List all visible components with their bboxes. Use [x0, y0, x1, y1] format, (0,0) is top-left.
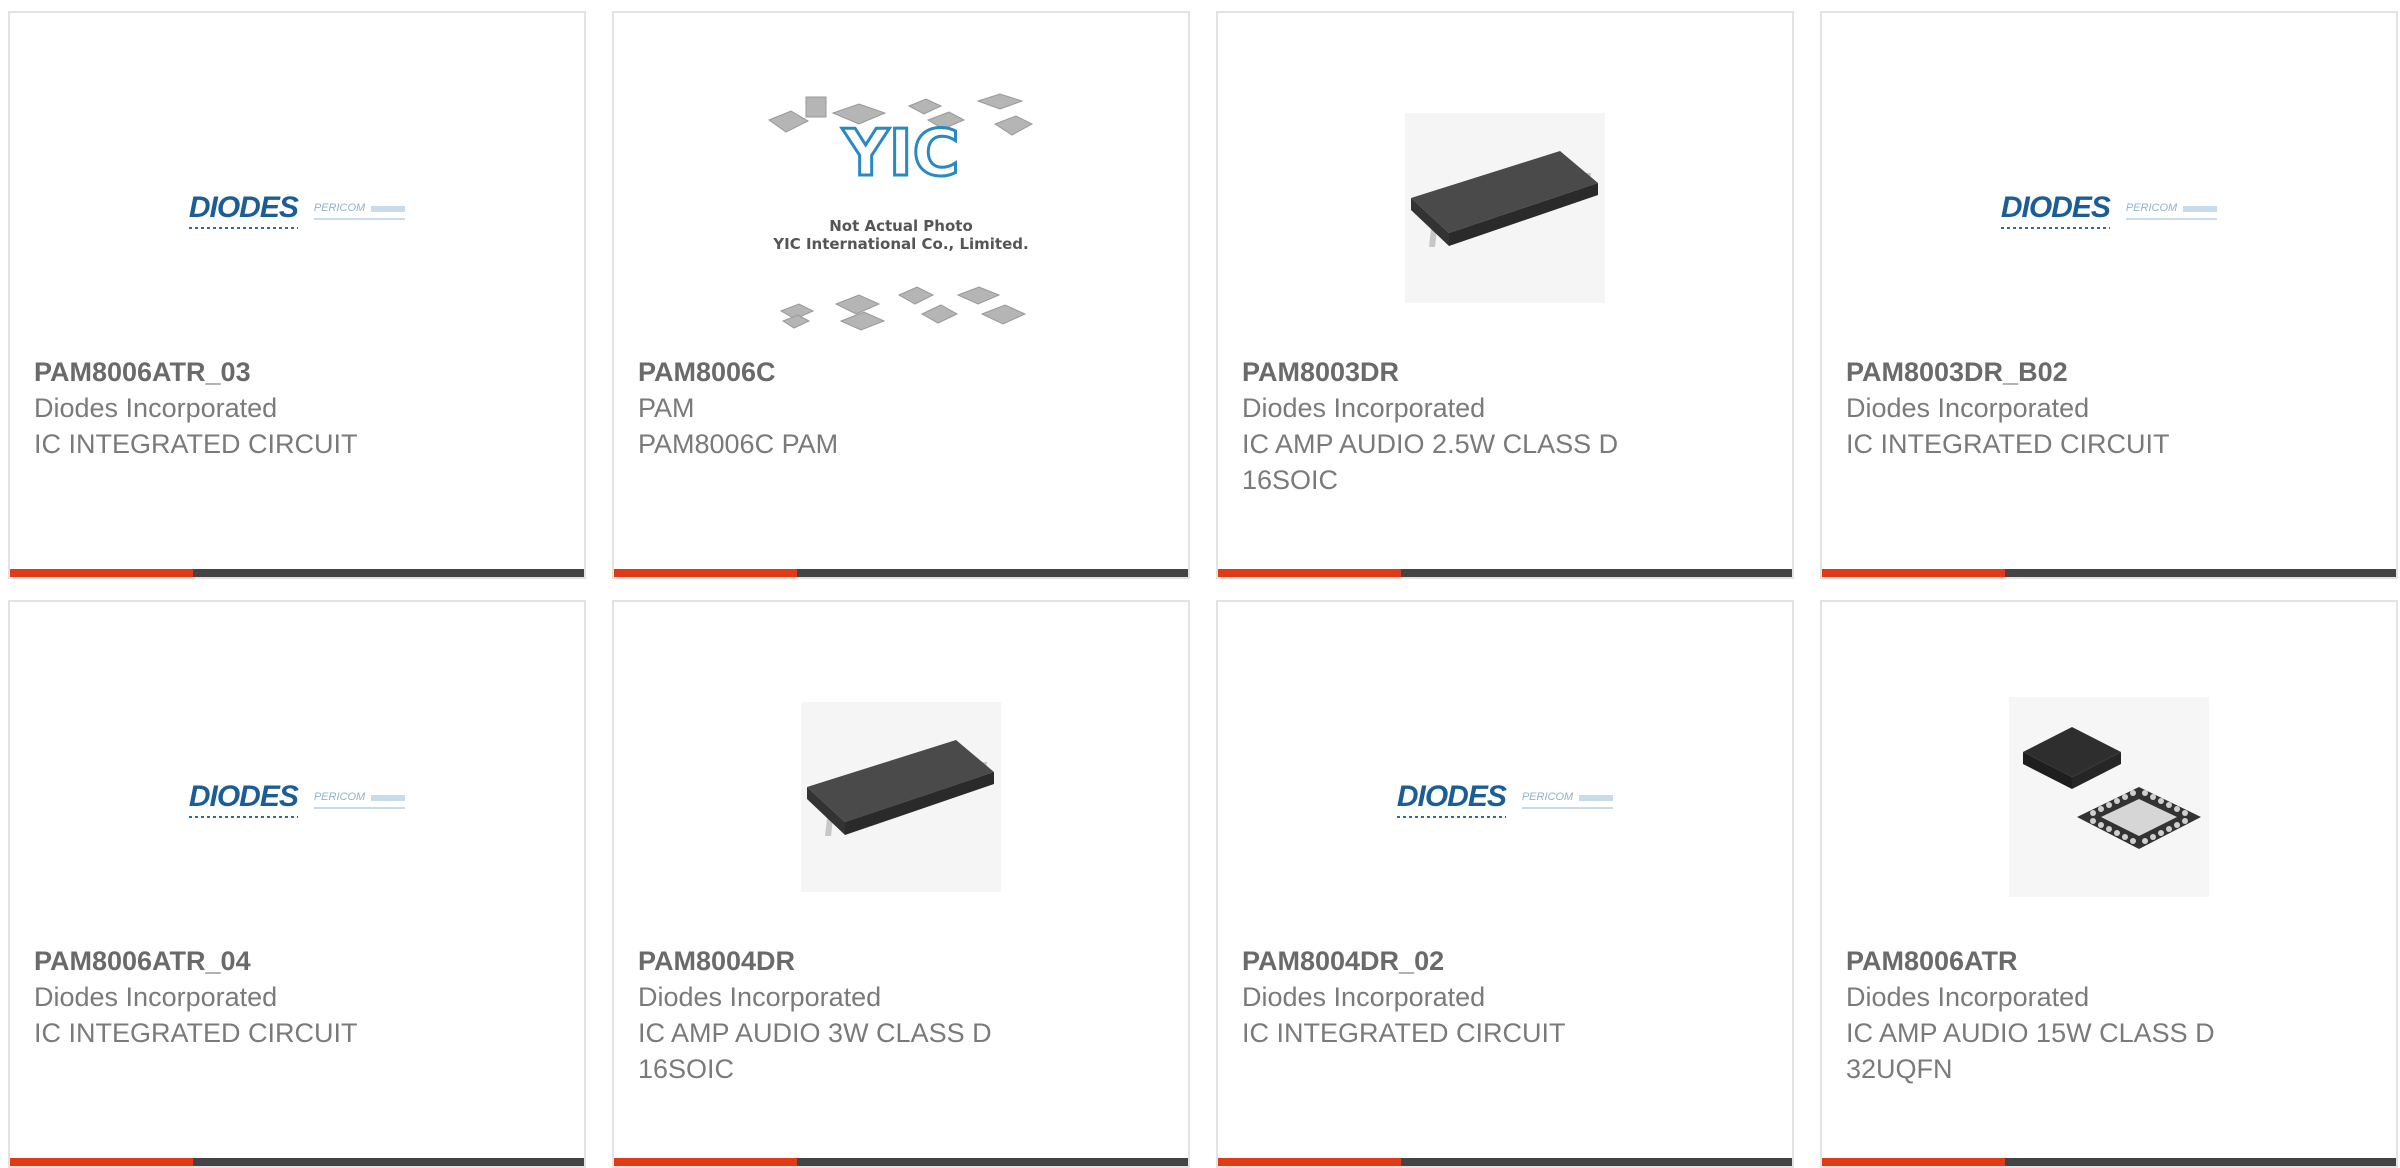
yic-brand-text: YIC: [841, 117, 959, 191]
bar-dark: [193, 569, 584, 577]
product-info: PAM8003DR Diodes Incorporated IC AMP AUD…: [1242, 354, 1768, 498]
product-info: PAM8003DR_B02 Diodes Incorporated IC INT…: [1846, 354, 2372, 462]
product-info: PAM8006C PAM PAM8006C PAM: [638, 354, 1164, 462]
logo-main-text: DIODES: [188, 780, 299, 818]
product-image[interactable]: DIODES PERICOM: [1822, 83, 2396, 333]
bar-accent: [1822, 569, 2005, 577]
part-number-link[interactable]: PAM8006ATR: [1846, 943, 2372, 979]
product-card[interactable]: DIODES PERICOM PAM8006ATR_04 Diodes Inco…: [8, 600, 586, 1168]
bar-dark: [193, 1158, 584, 1166]
card-bottom-bar: [10, 569, 584, 577]
bar-accent: [614, 569, 797, 577]
diodes-pericom-logo: DIODES PERICOM: [2000, 191, 2218, 229]
uqfn-32-chip-image: [2009, 697, 2209, 897]
part-number-link[interactable]: PAM8004DR: [638, 943, 1164, 979]
manufacturer-name: Diodes Incorporated: [1242, 982, 1486, 1012]
part-number-link[interactable]: PAM8003DR_B02: [1846, 354, 2372, 390]
logo-main-text: DIODES: [2000, 191, 2111, 229]
diodes-pericom-logo: DIODES PERICOM: [188, 191, 406, 229]
logo-sub-text: PERICOM: [313, 202, 406, 220]
card-bottom-bar: [10, 1158, 584, 1166]
part-number-link[interactable]: PAM8006ATR_04: [34, 943, 560, 979]
bar-accent: [1822, 1158, 2005, 1166]
yic-not-actual-photo-image: YIC Not Actual Photo YIC International C…: [767, 93, 1034, 331]
product-description: IC AMP AUDIO 3W CLASS D 16SOIC: [638, 1018, 992, 1084]
product-description: PAM8006C PAM: [638, 429, 839, 459]
product-image[interactable]: [1822, 672, 2396, 922]
product-image[interactable]: YIC Not Actual Photo YIC International C…: [614, 83, 1188, 333]
bar-dark: [2005, 569, 2396, 577]
product-card[interactable]: PAM8003DR Diodes Incorporated IC AMP AUD…: [1216, 11, 1794, 579]
product-image[interactable]: [1218, 83, 1792, 333]
bar-accent: [614, 1158, 797, 1166]
logo-main-text: DIODES: [1396, 780, 1507, 818]
product-card[interactable]: PAM8004DR Diodes Incorporated IC AMP AUD…: [612, 600, 1190, 1168]
bar-accent: [10, 569, 193, 577]
card-bottom-bar: [1218, 569, 1792, 577]
logo-sub-text: PERICOM: [313, 791, 406, 809]
product-card[interactable]: DIODES PERICOM PAM8006ATR_03 Diodes Inco…: [8, 11, 586, 579]
diodes-pericom-logo: DIODES PERICOM: [1396, 780, 1614, 818]
product-info: PAM8004DR Diodes Incorporated IC AMP AUD…: [638, 943, 1164, 1087]
product-card[interactable]: DIODES PERICOM PAM8004DR_02 Diodes Incor…: [1216, 600, 1794, 1168]
bar-accent: [1218, 1158, 1401, 1166]
manufacturer-name: Diodes Incorporated: [34, 393, 278, 423]
part-number-link[interactable]: PAM8004DR_02: [1242, 943, 1768, 979]
manufacturer-name: PAM: [638, 393, 695, 423]
diodes-pericom-logo: DIODES PERICOM: [188, 780, 406, 818]
card-bottom-bar: [1822, 1158, 2396, 1166]
manufacturer-name: Diodes Incorporated: [1242, 393, 1486, 423]
product-description: IC INTEGRATED CIRCUIT: [34, 429, 358, 459]
product-description: IC INTEGRATED CIRCUIT: [1846, 429, 2170, 459]
card-bottom-bar: [614, 569, 1188, 577]
bar-dark: [1401, 569, 1792, 577]
product-info: PAM8006ATR_04 Diodes Incorporated IC INT…: [34, 943, 560, 1051]
manufacturer-name: Diodes Incorporated: [34, 982, 278, 1012]
product-image[interactable]: [614, 672, 1188, 922]
product-image[interactable]: DIODES PERICOM: [10, 672, 584, 922]
part-number-link[interactable]: PAM8006C: [638, 354, 1164, 390]
product-image[interactable]: DIODES PERICOM: [1218, 672, 1792, 922]
yic-line2-text: YIC International Co., Limited.: [772, 235, 1028, 253]
manufacturer-name: Diodes Incorporated: [1846, 982, 2090, 1012]
soic-16-chip-image: [1405, 113, 1605, 303]
product-info: PAM8006ATR Diodes Incorporated IC AMP AU…: [1846, 943, 2372, 1087]
bar-accent: [10, 1158, 193, 1166]
product-description: IC INTEGRATED CIRCUIT: [1242, 1018, 1566, 1048]
product-info: PAM8006ATR_03 Diodes Incorporated IC INT…: [34, 354, 560, 462]
bar-dark: [797, 1158, 1188, 1166]
soic-16-chip-image: [801, 702, 1001, 892]
manufacturer-name: Diodes Incorporated: [1846, 393, 2090, 423]
logo-sub-text: PERICOM: [1521, 791, 1614, 809]
product-description: IC INTEGRATED CIRCUIT: [34, 1018, 358, 1048]
bar-dark: [1401, 1158, 1792, 1166]
logo-main-text: DIODES: [188, 191, 299, 229]
yic-line1-text: Not Actual Photo: [829, 217, 973, 235]
card-bottom-bar: [1822, 569, 2396, 577]
logo-sub-text: PERICOM: [2125, 202, 2218, 220]
product-card[interactable]: YIC Not Actual Photo YIC International C…: [612, 11, 1190, 579]
card-bottom-bar: [614, 1158, 1188, 1166]
product-description: IC AMP AUDIO 15W CLASS D 32UQFN: [1846, 1018, 2215, 1084]
product-image[interactable]: DIODES PERICOM: [10, 83, 584, 333]
product-description: IC AMP AUDIO 2.5W CLASS D 16SOIC: [1242, 429, 1619, 495]
product-card[interactable]: DIODES PERICOM PAM8003DR_B02 Diodes Inco…: [1820, 11, 2398, 579]
product-card[interactable]: PAM8006ATR Diodes Incorporated IC AMP AU…: [1820, 600, 2398, 1168]
bar-accent: [1218, 569, 1401, 577]
product-info: PAM8004DR_02 Diodes Incorporated IC INTE…: [1242, 943, 1768, 1051]
bar-dark: [797, 569, 1188, 577]
product-grid: DIODES PERICOM PAM8006ATR_03 Diodes Inco…: [8, 11, 2398, 1168]
manufacturer-name: Diodes Incorporated: [638, 982, 882, 1012]
part-number-link[interactable]: PAM8003DR: [1242, 354, 1768, 390]
bar-dark: [2005, 1158, 2396, 1166]
card-bottom-bar: [1218, 1158, 1792, 1166]
part-number-link[interactable]: PAM8006ATR_03: [34, 354, 560, 390]
